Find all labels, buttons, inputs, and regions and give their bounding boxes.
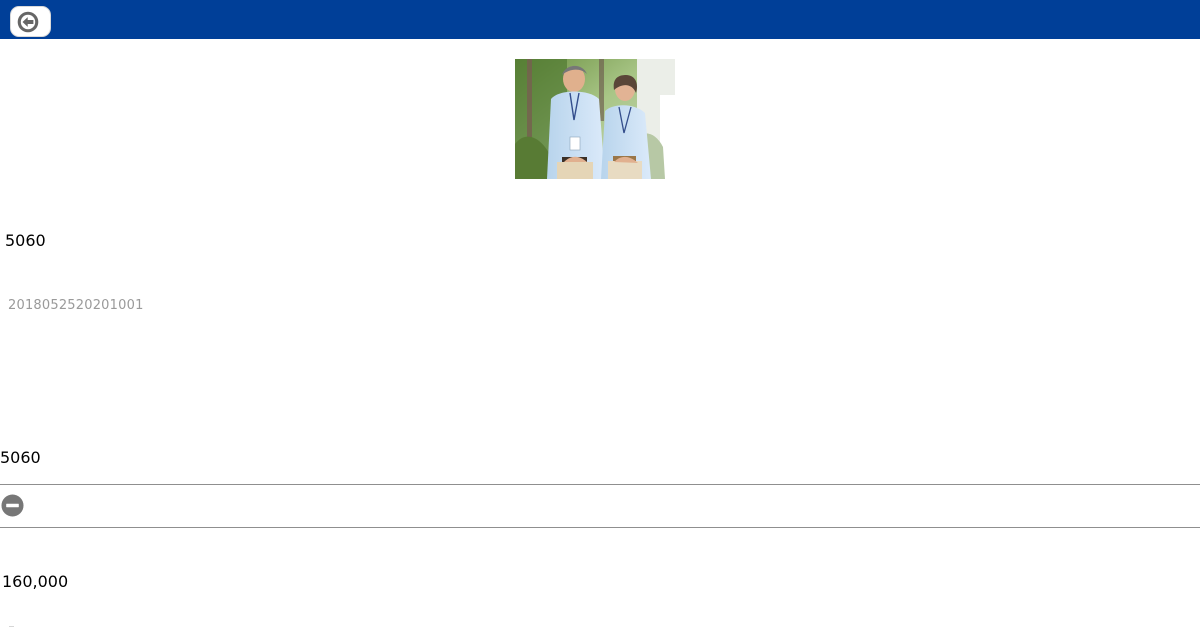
back-button[interactable] bbox=[10, 6, 51, 37]
item-code: 5060 bbox=[5, 231, 46, 250]
product-id: 2018052520201001 bbox=[8, 298, 144, 313]
staff-photo-image bbox=[515, 59, 675, 179]
quantity-row-top-divider bbox=[0, 484, 1200, 485]
item-code-repeat: 5060 bbox=[0, 448, 41, 467]
faint-divider-mark bbox=[9, 626, 14, 627]
quantity-row-bottom-divider bbox=[0, 527, 1200, 528]
top-header bbox=[0, 0, 1200, 39]
price-value: 160,000 bbox=[2, 572, 69, 591]
arrow-left-circle-icon bbox=[17, 11, 39, 33]
product-photo bbox=[515, 59, 675, 179]
minus-circle-icon[interactable] bbox=[1, 494, 24, 517]
product-detail-page: 5060 2018052520201001 5060 160,000 bbox=[0, 0, 1200, 630]
